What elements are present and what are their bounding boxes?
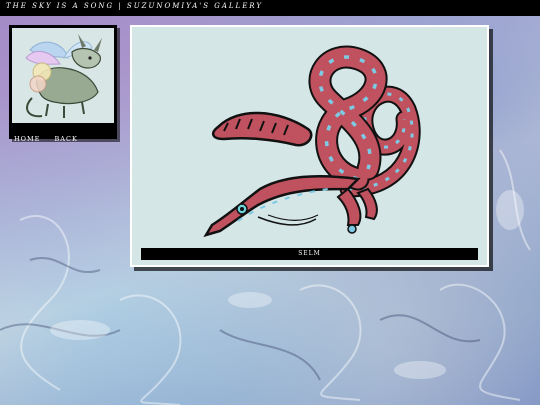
gallery-viewer: SELM <box>130 25 489 267</box>
sidebar-nav: HOME BACK <box>14 126 87 143</box>
back-link[interactable]: BACK <box>55 135 78 143</box>
creature-artwork <box>203 45 421 238</box>
site-header: THE SKY IS A SONG | SUZUNOMIYA'S GALLERY <box>0 0 540 16</box>
home-link[interactable]: HOME <box>14 135 40 143</box>
sidebar: HOME BACK <box>9 25 117 143</box>
site-title: THE SKY IS A SONG | SUZUNOMIYA'S GALLERY <box>6 2 263 10</box>
artwork-caption: SELM <box>141 248 478 260</box>
dragon-thumbnail[interactable] <box>12 28 114 123</box>
